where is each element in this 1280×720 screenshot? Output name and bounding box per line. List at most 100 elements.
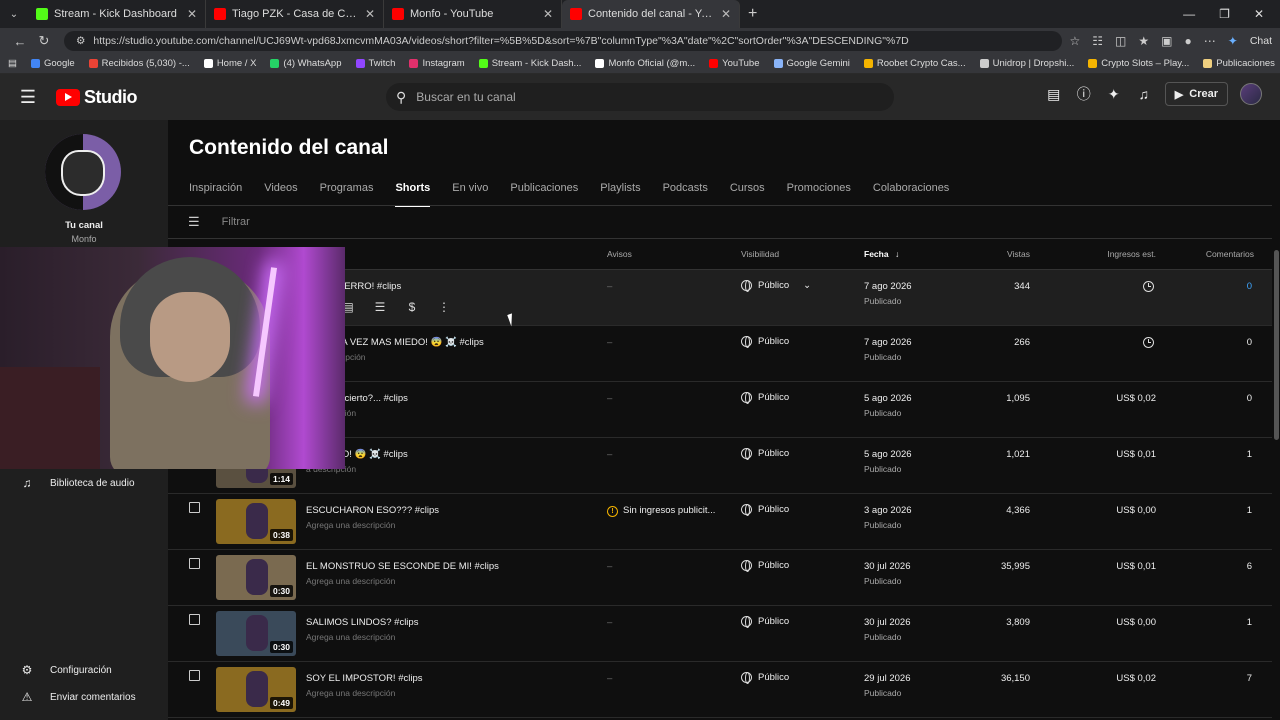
visibility-control[interactable]: Público (741, 504, 789, 516)
video-title[interactable]: EL MONSTRUO SE ESCONDE DE MI! #clips (306, 561, 499, 572)
tab-shorts[interactable]: Shorts (395, 182, 430, 207)
bookmark-item[interactable]: (4) WhatsApp (270, 58, 342, 69)
bookmark-item[interactable]: YouTube (709, 58, 760, 69)
browser-tab[interactable]: Monfo - YouTube ✕ (384, 0, 562, 28)
visibility-control[interactable]: Público (741, 672, 789, 684)
bookmark-item[interactable]: Google (30, 58, 75, 69)
new-tab-button[interactable]: + (748, 5, 757, 23)
minimize-button[interactable]: — (1183, 7, 1195, 21)
table-row[interactable]: 0:49 SOY EL IMPOSTOR! #clips Agrega una de… (168, 662, 1272, 718)
sparkle-icon[interactable]: ✦ (1105, 86, 1123, 103)
tab-cursos[interactable]: Cursos (730, 182, 765, 206)
tab-en-vivo[interactable]: En vivo (452, 182, 488, 206)
row-checkbox[interactable] (189, 558, 200, 569)
visibility-control[interactable]: Público (741, 392, 789, 404)
notifications-icon[interactable]: ♫ (1135, 86, 1153, 102)
studio-logo[interactable]: Studio (56, 87, 138, 108)
bookmark-item[interactable]: Google Gemini (773, 58, 850, 69)
browser-tab[interactable]: Tiago PZK - Casa de Chapa (V ✕ (206, 0, 384, 28)
tab-podcasts[interactable]: Podcasts (663, 182, 708, 206)
video-title[interactable]: SALIMOS LINDOS? #clips (306, 617, 418, 628)
help-icon[interactable]: ⓘ (1075, 84, 1093, 104)
sidebar-item-feedback[interactable]: ⚠ Enviar comentarios (20, 690, 136, 704)
table-row[interactable]: 0:38 ESCUCHARON ESO??? #clips Agrega una d… (168, 494, 1272, 550)
bookmark-item[interactable]: Publicaciones (1203, 58, 1275, 69)
video-title[interactable]: ESCUCHARON ESO??? #clips (306, 505, 439, 516)
filter-icon[interactable]: ☰ (188, 214, 200, 230)
comment-count[interactable]: 0 (1247, 281, 1252, 292)
browser-tab[interactable]: Contenido del canal - YouTube St ✕ (562, 0, 740, 28)
reload-button[interactable]: ↻ (32, 33, 56, 49)
back-button[interactable]: ← (8, 34, 32, 49)
bookmark-item[interactable]: Roobet Crypto Cas... (863, 58, 966, 69)
sidebar-item-audio-library[interactable]: ♫ Biblioteca de audio (20, 476, 135, 490)
video-thumbnail[interactable]: 0:30 (216, 611, 296, 656)
url-field[interactable]: ⚙ https://studio.youtube.com/channel/UCJ… (64, 31, 1062, 51)
visibility-control[interactable]: Público (741, 560, 789, 572)
bookmark-item[interactable]: Home / X (203, 58, 256, 69)
tab-promociones[interactable]: Promociones (787, 182, 851, 206)
row-checkbox[interactable] (189, 502, 200, 513)
notice-warning[interactable]: ! Sin ingresos publicit... (607, 505, 715, 517)
scrollbar-thumb[interactable] (1274, 250, 1279, 440)
tab-close-icon[interactable]: ✕ (365, 7, 375, 21)
search-input[interactable]: ⚲ Buscar en tu canal (386, 83, 894, 111)
page-scrollbar[interactable] (1272, 120, 1280, 720)
more-menu-icon[interactable]: ⋯ (1204, 34, 1216, 48)
menu-icon[interactable]: ☰ (0, 87, 56, 108)
profile-icon[interactable]: ● (1185, 34, 1192, 48)
tab-publicaciones[interactable]: Publicaciones (510, 182, 578, 206)
tab-videos[interactable]: Videos (264, 182, 297, 206)
video-thumbnail[interactable]: 0:38 (216, 499, 296, 544)
maximize-button[interactable]: ❐ (1219, 7, 1230, 21)
tab-close-icon[interactable]: ✕ (187, 7, 197, 21)
table-row[interactable]: 0:30 EL MONSTRUO SE ESCONDE DE MI! #clips… (168, 550, 1272, 606)
extensions-icon[interactable]: ☷ (1092, 34, 1103, 48)
row-checkbox[interactable] (189, 670, 200, 681)
bookmark-star-icon[interactable]: ☆ (1070, 34, 1081, 48)
bookmark-item[interactable]: Twitch (355, 58, 395, 69)
tab-programas[interactable]: Programas (320, 182, 374, 206)
channel-avatar[interactable] (45, 134, 121, 210)
row-checkbox[interactable] (189, 614, 200, 625)
video-thumbnail[interactable]: 0:49 (216, 667, 296, 712)
bookmark-item[interactable]: Recibidos (5,030) -... (88, 58, 190, 69)
column-date[interactable]: Fecha ↓ (864, 249, 899, 259)
copilot-icon[interactable]: ✦ (1228, 34, 1238, 48)
video-thumbnail[interactable]: 0:30 (216, 555, 296, 600)
chevron-down-icon[interactable]: ⌄ (803, 280, 811, 291)
browser-tab[interactable]: Stream - Kick Dashboard ✕ (28, 0, 206, 28)
bookmark-item[interactable]: Monfo Oficial (@m... (595, 58, 695, 69)
column-notices[interactable]: Avisos (607, 249, 632, 259)
tab-inspiración[interactable]: Inspiración (189, 182, 242, 206)
visibility-control[interactable]: Público ⌄ (741, 280, 811, 292)
table-row[interactable]: 0:30 SALIMOS LINDOS? #clips Agrega una des… (168, 606, 1272, 662)
account-avatar[interactable] (1240, 83, 1262, 105)
bookmark-item[interactable]: Unidrop | Dropshi... (979, 58, 1074, 69)
sidebar-toggle-icon[interactable]: ▤ (8, 58, 17, 69)
create-button[interactable]: ▶ Crear (1164, 82, 1228, 106)
video-title[interactable]: SOY EL IMPOSTOR! #clips (306, 673, 423, 684)
tab-close-icon[interactable]: ✕ (543, 7, 553, 21)
visibility-control[interactable]: Público (741, 336, 789, 348)
column-income[interactable]: Ingresos est. (1107, 249, 1156, 259)
bookmark-item[interactable]: Stream - Kick Dash... (478, 58, 581, 69)
subtitles-icon[interactable]: ▤ (1045, 86, 1063, 103)
column-visibility[interactable]: Visibilidad (741, 249, 779, 259)
close-window-button[interactable]: ✕ (1254, 7, 1264, 21)
column-comments[interactable]: Comentarios (1206, 249, 1254, 259)
tab-close-icon[interactable]: ✕ (721, 7, 731, 21)
tab-playlists[interactable]: Playlists (600, 182, 640, 206)
favorites-icon[interactable]: ★ (1138, 34, 1149, 48)
filter-bar[interactable]: ☰ Filtrar (188, 214, 250, 230)
split-screen-icon[interactable]: ◫ (1115, 34, 1126, 48)
comments-icon[interactable]: ☰ (372, 300, 388, 314)
visibility-control[interactable]: Público (741, 616, 789, 628)
column-views[interactable]: Vistas (1007, 249, 1030, 259)
bookmark-item[interactable]: Instagram (409, 58, 465, 69)
bookmark-item[interactable]: Crypto Slots – Play... (1088, 58, 1189, 69)
sidebar-item-settings[interactable]: ⚙ Configuración (20, 663, 112, 677)
more-options-icon[interactable]: ⋮ (436, 300, 452, 314)
tab-colaboraciones[interactable]: Colaboraciones (873, 182, 949, 206)
monetization-icon[interactable]: $ (404, 300, 420, 314)
